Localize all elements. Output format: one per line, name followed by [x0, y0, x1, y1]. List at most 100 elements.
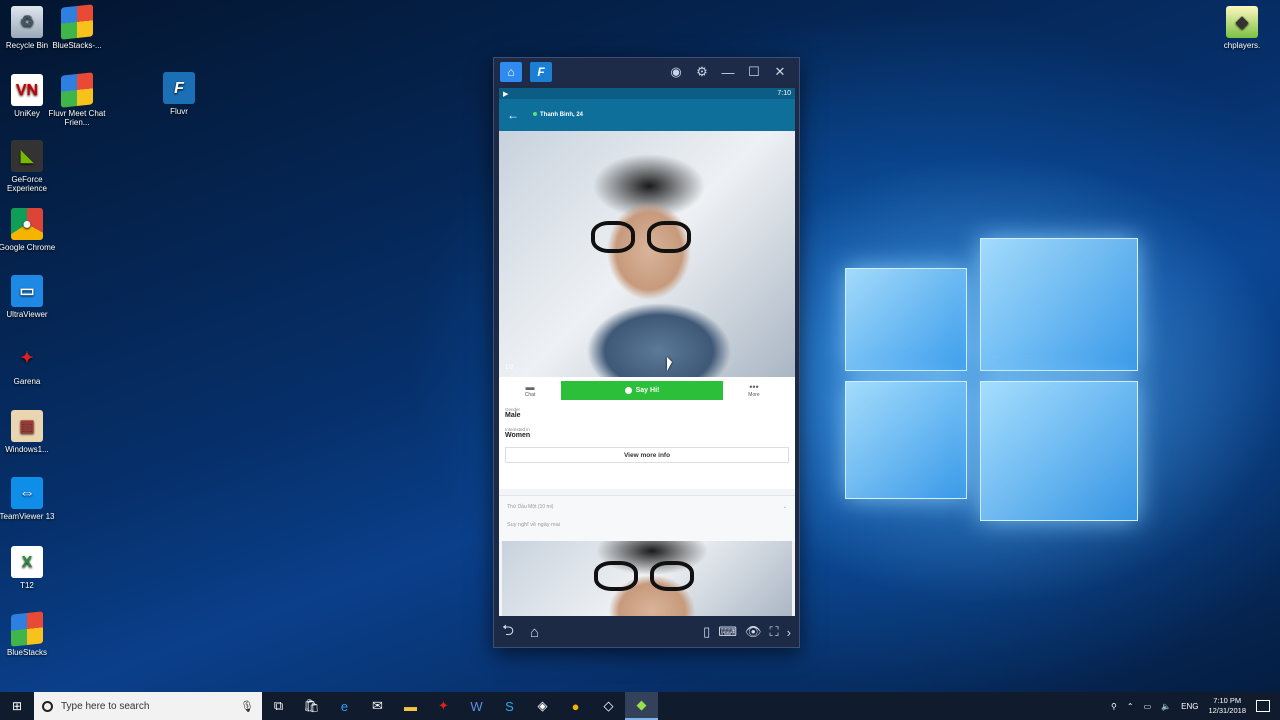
keyboard-icon[interactable]: ⌨: [718, 624, 737, 640]
desktop-icon-bluestacks-multi[interactable]: BlueStacks-...: [46, 4, 108, 50]
chrome-icon: ●: [11, 208, 43, 240]
back-nav-icon[interactable]: ⮌: [502, 620, 514, 645]
desktop-icon-label: Fluvr: [170, 107, 188, 116]
minimize-icon[interactable]: —: [715, 62, 741, 82]
say-hi-label: Say Hi!: [635, 386, 660, 394]
bluestacks-taskbar-icon[interactable]: ◆: [625, 692, 658, 720]
desktop-icon-teamviewer[interactable]: ⇔ TeamViewer 13: [0, 477, 58, 521]
desktop-icon-chplayers[interactable]: ◆ chplayers.: [1211, 6, 1273, 50]
chat-button[interactable]: ▬ Chat: [505, 382, 555, 398]
profile-photo[interactable]: 1/2: [499, 131, 795, 377]
online-dot-icon: [533, 112, 537, 116]
clock-date: 12/31/2018: [1208, 706, 1246, 715]
word-icon[interactable]: W: [460, 692, 493, 720]
gender-value: Male: [505, 412, 521, 419]
bluestacks-icon: [61, 4, 93, 40]
desktop-icon-label: Google Chrome: [0, 243, 56, 252]
android-status-bar: ▶ 7:10: [499, 88, 795, 99]
file-explorer-icon[interactable]: ▬: [394, 692, 427, 720]
garena-icon: ✦: [20, 349, 34, 367]
chevron-up-icon[interactable]: ⌃: [1127, 702, 1134, 711]
skype-icon[interactable]: S: [493, 692, 526, 720]
clock[interactable]: 7:10 PM 12/31/2018: [1208, 696, 1246, 716]
garena-taskbar-icon[interactable]: ✦: [427, 692, 460, 720]
chevron-right-icon[interactable]: ›: [787, 625, 791, 640]
volume-icon[interactable]: 🔈: [1161, 702, 1171, 711]
profile-info: Gender Male Interested in Women View mor…: [499, 403, 795, 489]
home-tab-icon[interactable]: ⌂: [500, 62, 522, 82]
more-button[interactable]: ••• More: [729, 382, 779, 398]
windows-logo-wallpaper: [845, 228, 1140, 528]
desktop-icon-bluestacks[interactable]: BlueStacks: [0, 611, 58, 657]
desktop-icon-label: UltraViewer: [6, 310, 48, 319]
interested-value: Women: [505, 432, 531, 439]
post-card: Thứ Dầu Một (10 mi) ⌄ Suy nghĩ về ngày ma…: [499, 495, 795, 541]
more-label: More: [748, 392, 760, 398]
desktop-icon-windows1[interactable]: ▤ Windows1...: [0, 410, 58, 454]
search-placeholder: Type here to search: [61, 700, 150, 712]
chevron-down-icon[interactable]: ⌄: [783, 504, 787, 510]
task-view-icon[interactable]: ⧉: [262, 692, 295, 720]
fluvr-icon: F: [163, 72, 195, 104]
start-button[interactable]: ⊞: [0, 692, 34, 720]
desktop-icon-label: BlueStacks-...: [52, 41, 102, 50]
window-titlebar[interactable]: ⌂ F ◉ ⚙ — ☐ ✕: [494, 58, 799, 86]
close-icon[interactable]: ✕: [767, 62, 793, 82]
android-screen: ▶ 7:10 ← Thanh Bình, 24 1/2 ▬ Chat Say H…: [499, 88, 795, 616]
photo-counter: 1/2: [505, 365, 514, 371]
app-taskbar-icon[interactable]: ◇: [592, 692, 625, 720]
store-icon[interactable]: 🛍: [295, 692, 328, 720]
bluestacks-icon: [11, 611, 43, 647]
post-location: Thứ Dầu Một (10 mi): [507, 504, 554, 510]
notification-icon[interactable]: [1256, 700, 1270, 712]
play-store-icon: ▶: [503, 90, 509, 98]
post-photo[interactable]: [502, 541, 792, 616]
recycle-bin-icon: ♻: [11, 6, 43, 38]
taskbar: ⊞ Type here to search 🎙 ⧉ 🛍 e ✉ ▬ ✦ W S …: [0, 692, 1280, 720]
winrar-icon: ▤: [11, 410, 43, 442]
maximize-icon[interactable]: ☐: [741, 62, 767, 82]
home-nav-icon[interactable]: ⌂: [530, 624, 539, 641]
desktop-icon-fluvr-meet[interactable]: Fluvr Meet Chat Frien...: [46, 72, 108, 127]
gear-icon[interactable]: ⚙: [689, 62, 715, 82]
record-icon[interactable]: ◉: [663, 62, 689, 82]
mail-icon[interactable]: ✉: [361, 692, 394, 720]
desktop-icon-fluvr[interactable]: F Fluvr: [148, 72, 210, 116]
desktop-icon-label: chplayers.: [1223, 41, 1261, 50]
fluvr-tab-icon[interactable]: F: [530, 62, 552, 82]
desktop-icon-label: GeForce Experience: [6, 175, 48, 193]
chplayers-icon: ◆: [1226, 6, 1258, 38]
desktop-icon-label: Windows1...: [5, 445, 49, 454]
cortana-icon: [42, 700, 53, 712]
eye-icon[interactable]: 👁: [745, 624, 762, 640]
view-more-info-button[interactable]: View more info: [505, 447, 789, 463]
clock-time: 7:10 PM: [1213, 696, 1242, 705]
phone-icon[interactable]: ▯: [703, 624, 710, 640]
status-time: 7:10: [777, 90, 791, 97]
people-icon[interactable]: ⚲: [1111, 702, 1117, 711]
desktop-icon-ultraviewer[interactable]: ▭ UltraViewer: [0, 275, 58, 319]
profile-header: ← Thanh Bình, 24: [499, 99, 795, 131]
language-indicator[interactable]: ENG: [1181, 702, 1198, 711]
more-dots-icon: •••: [749, 382, 759, 392]
bluestacks-app-icon: [61, 72, 93, 108]
network-icon[interactable]: ▭: [1144, 702, 1152, 711]
desktop-icon-t12[interactable]: X T12: [0, 546, 58, 590]
desktop-icon-chrome[interactable]: ● Google Chrome: [0, 208, 58, 252]
desktop-icon-garena[interactable]: ✦ Garena: [0, 342, 58, 386]
desktop-icon-label: Garena: [13, 377, 41, 386]
chrome-taskbar-icon[interactable]: ●: [559, 692, 592, 720]
taskbar-search[interactable]: Type here to search 🎙: [34, 692, 262, 720]
geforce-icon: ◣: [11, 140, 43, 172]
back-arrow-icon[interactable]: ←: [507, 108, 519, 122]
desktop-icon-geforce[interactable]: ◣ GeForce Experience: [0, 140, 58, 193]
fullscreen-icon[interactable]: ⛶: [770, 624, 779, 640]
sublime-icon[interactable]: ◈: [526, 692, 559, 720]
edge-icon[interactable]: e: [328, 692, 361, 720]
profile-name: Thanh Bình, 24: [540, 112, 584, 118]
say-hi-button[interactable]: Say Hi!: [561, 380, 723, 400]
excel-file-icon: X: [11, 546, 43, 578]
profile-actions: ▬ Chat Say Hi! ••• More: [499, 377, 795, 403]
emulator-nav-bar: ⮌ ⌂ ▯ ⌨ 👁 ⛶ ›: [494, 617, 799, 647]
microphone-icon[interactable]: 🎙: [240, 700, 254, 713]
